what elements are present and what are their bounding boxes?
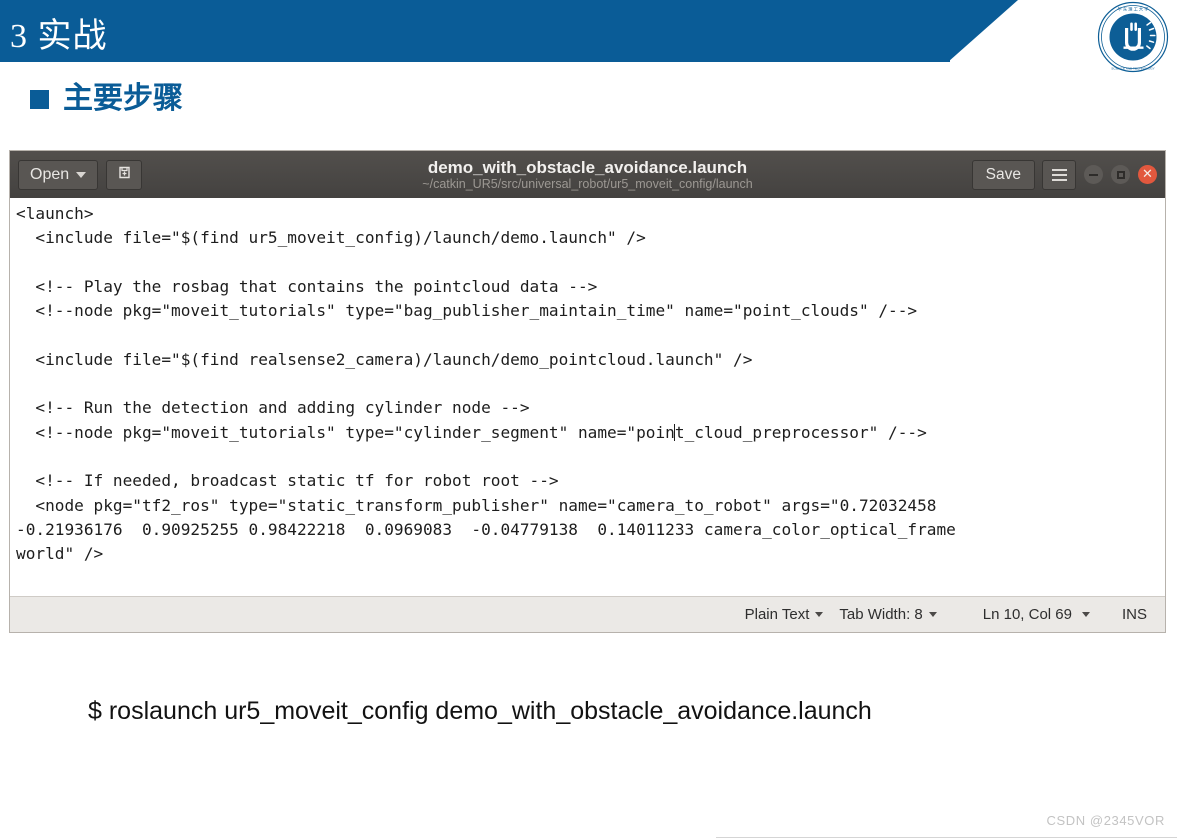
slide-header-bar (0, 0, 950, 62)
watermark: CSDN @2345VOR (1046, 813, 1165, 828)
save-button-label: Save (985, 165, 1021, 183)
cursor-position-label: Ln 10, Col 69 (982, 606, 1072, 623)
language-selector[interactable]: Plain Text (745, 606, 824, 623)
open-button[interactable]: Open (18, 159, 99, 190)
code-editor-area[interactable]: <launch> <include file="$(find ur5_movei… (10, 198, 1165, 596)
chevron-down-icon[interactable] (1081, 612, 1090, 617)
slide-header: 3 实战 (0, 0, 1018, 62)
insert-mode-label: INS (1121, 606, 1147, 623)
close-icon: ✕ (1142, 167, 1153, 182)
chevron-down-icon (815, 612, 824, 617)
document-path: ~/catkin_UR5/src/universal_robot/ur5_mov… (422, 176, 753, 191)
tab-width-label: Tab Width: 8 (839, 606, 923, 623)
maximize-button[interactable] (1111, 165, 1130, 184)
gedit-statusbar: Plain Text Tab Width: 8 Ln 10, Col 69 IN… (10, 596, 1165, 632)
minimize-icon (1089, 173, 1098, 176)
minimize-button[interactable] (1084, 165, 1103, 184)
cursor-position[interactable]: Ln 10, Col 69 (983, 606, 1072, 623)
svg-text:SCIENCE AND TECHNOLOGY: SCIENCE AND TECHNOLOGY (1111, 67, 1154, 71)
chevron-down-icon (928, 612, 937, 617)
page-title: 3 实战 (10, 18, 108, 55)
section-heading: 主要步骤 (30, 84, 183, 114)
tab-width-selector[interactable]: Tab Width: 8 (839, 606, 937, 623)
hamburger-menu-icon (1051, 168, 1067, 181)
maximize-icon (1116, 170, 1125, 179)
document-title: demo_with_obstacle_avoidance.launch (427, 157, 748, 177)
titlebar-right-controls: Save ✕ (971, 159, 1157, 190)
open-button-label: Open (30, 165, 70, 183)
square-bullet-icon (30, 89, 49, 109)
gedit-titlebar: Open demo_with_obstacle_avoidance.launch… (10, 151, 1165, 198)
hamburger-menu-button[interactable] (1042, 159, 1076, 190)
section-heading-label: 主要步骤 (63, 82, 183, 115)
chevron-down-icon (76, 171, 87, 178)
language-label: Plain Text (744, 606, 810, 623)
svg-text:华 东 理 工 大 学: 华 东 理 工 大 学 (1118, 6, 1149, 13)
insert-mode-indicator[interactable]: INS (1122, 606, 1147, 623)
save-button[interactable]: Save (971, 159, 1035, 190)
code-text[interactable]: <launch> <include file="$(find ur5_movei… (12, 202, 1165, 596)
slide-header-wedge (948, 0, 1018, 62)
new-document-button[interactable] (106, 159, 143, 190)
gedit-window: Open demo_with_obstacle_avoidance.launch… (9, 150, 1166, 633)
university-logo: 华 东 理 工 大 学 SCIENCE AND TECHNOLOGY (1097, 1, 1169, 73)
new-document-icon (116, 164, 133, 186)
command-line-text: $ roslaunch ur5_moveit_config demo_with_… (88, 697, 872, 725)
text-cursor (674, 423, 676, 441)
close-button[interactable]: ✕ (1138, 165, 1157, 184)
